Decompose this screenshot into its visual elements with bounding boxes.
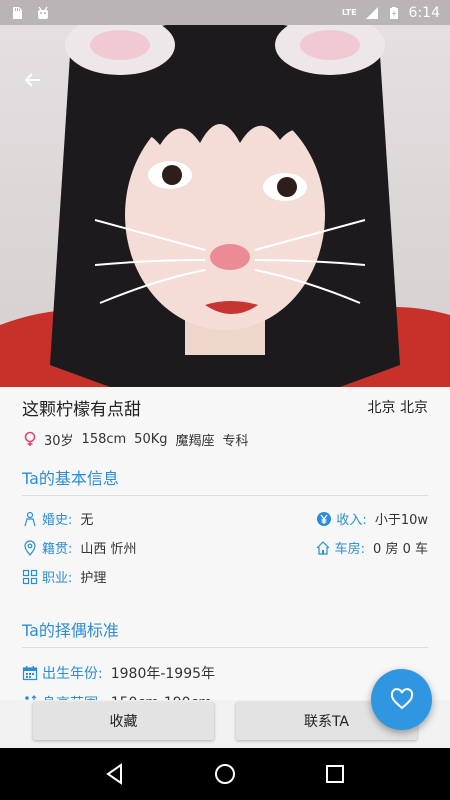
battery-charging-icon <box>389 6 398 19</box>
marriage-icon <box>24 511 36 526</box>
female-icon <box>24 431 36 446</box>
tags-row: 30岁 158cm 50Kg 魔羯座 专科 <box>22 427 428 451</box>
profile-section: 这颗柠檬有点甜 北京 北京 30岁 158cm 50Kg 魔羯座 专科 Ta的基… <box>0 387 450 712</box>
info-car-house: 车房: 0 房 0 车 <box>225 538 428 557</box>
info-value: 无 <box>80 513 94 528</box>
info-label: 职业: <box>42 571 73 586</box>
clock: 6:14 <box>408 4 440 21</box>
info-row: 婚史: 无 收入: 小于10w <box>22 504 428 533</box>
signal-icon <box>365 6 378 19</box>
info-label: 车房: <box>334 542 366 557</box>
location-pin-icon <box>24 539 36 556</box>
location: 北京 北京 <box>367 400 428 416</box>
info-value: 小于10w <box>374 513 428 528</box>
info-value: 0 房 0 车 <box>373 542 428 557</box>
info-row: 职业: 护理 <box>22 562 428 591</box>
house-icon <box>316 540 330 555</box>
info-value: 护理 <box>80 571 107 586</box>
pref-label: 出生年份: <box>42 666 103 682</box>
info-row: 籍贯: 山西 忻州 车房: 0 房 0 车 <box>22 533 428 562</box>
tag-height: 158cm <box>81 431 127 447</box>
android-icon <box>38 6 48 19</box>
back-triangle-icon[interactable] <box>103 762 127 786</box>
app-root: LTE 6:14 这颗柠檬有点甜 北京 北京 30岁 158cm 50Kg 魔羯… <box>0 0 450 800</box>
pref-value: 1980年-1995年 <box>110 666 216 682</box>
nickname: 这颗柠檬有点甜 <box>22 399 141 420</box>
system-nav-bar <box>0 748 450 800</box>
info-hometown: 籍贯: 山西 忻州 <box>22 538 225 557</box>
tag-age: 30岁 <box>44 433 74 449</box>
heart-outline-icon <box>390 687 413 709</box>
info-label: 籍贯: <box>42 542 73 557</box>
back-arrow-icon[interactable] <box>18 65 48 95</box>
grid-icon <box>22 569 38 584</box>
info-occupation: 职业: 护理 <box>22 567 428 586</box>
pref-birth-year: 出生年份: 1980年-1995年 <box>22 658 428 688</box>
basic-info-grid: 婚史: 无 收入: 小于10w 籍贯: 山西 忻州 车房: 0 房 0 车 职业… <box>22 504 428 591</box>
like-fab-button[interactable] <box>371 669 432 730</box>
tag-weight: 50Kg <box>134 431 168 447</box>
favorite-button[interactable]: 收藏 <box>33 702 214 740</box>
basic-info-title: Ta的基本信息 <box>22 465 428 496</box>
info-value: 山西 忻州 <box>80 542 137 557</box>
info-label: 收入: <box>336 513 367 528</box>
partner-criteria-title: Ta的择偶标准 <box>22 617 428 648</box>
calendar-icon <box>22 666 38 681</box>
status-bar: LTE 6:14 <box>0 0 450 25</box>
profile-photo-illustration <box>0 25 450 387</box>
profile-photo[interactable] <box>0 25 450 387</box>
recents-square-icon[interactable] <box>323 762 347 786</box>
network-type: LTE <box>341 7 357 17</box>
tag-education: 专科 <box>222 433 249 449</box>
yuan-icon <box>317 511 332 526</box>
sd-card-icon <box>13 6 22 19</box>
home-circle-icon[interactable] <box>213 762 237 786</box>
info-marriage: 婚史: 无 <box>22 509 225 528</box>
info-income: 收入: 小于10w <box>225 509 428 528</box>
tag-zodiac: 魔羯座 <box>175 433 215 449</box>
name-row: 这颗柠檬有点甜 北京 北京 <box>22 387 428 427</box>
info-label: 婚史: <box>42 513 73 528</box>
